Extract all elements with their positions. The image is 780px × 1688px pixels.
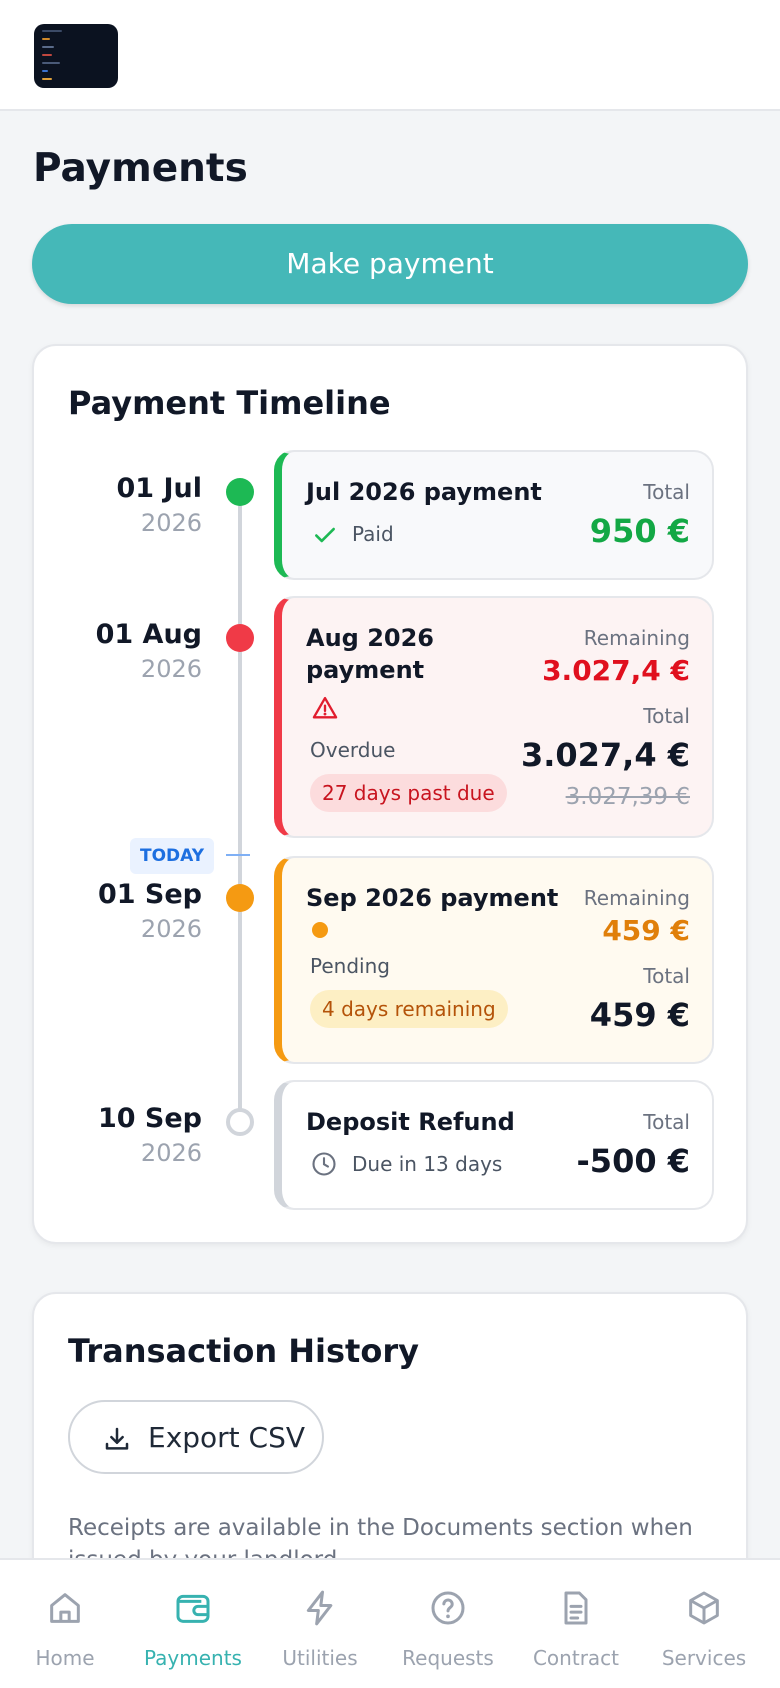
export-csv-label: Export CSV bbox=[148, 1421, 306, 1454]
nav-item-payments[interactable]: Payments bbox=[128, 1560, 258, 1688]
payment-name: Aug 2026 payment bbox=[306, 624, 434, 684]
bolt-icon bbox=[306, 1590, 333, 1626]
payment-card-jul[interactable]: Jul 2026 payment Paid Total 950 € bbox=[274, 450, 714, 580]
total-amount: 950 € bbox=[589, 512, 690, 550]
total-label: Total bbox=[643, 704, 690, 728]
export-csv-button[interactable]: Export CSV bbox=[68, 1400, 324, 1474]
date-year: 2026 bbox=[140, 509, 202, 537]
payment-card-deposit[interactable]: Deposit Refund Due in 13 days Total -500… bbox=[274, 1080, 714, 1210]
timeline-date: 10 Sep 2026 bbox=[98, 1102, 202, 1170]
nav-label: Utilities bbox=[282, 1646, 358, 1670]
check-icon bbox=[315, 527, 335, 543]
timeline-date: 01 Sep 2026 bbox=[98, 878, 202, 946]
date-year: 2026 bbox=[140, 655, 202, 683]
total-amount: -500 € bbox=[576, 1142, 690, 1180]
nav-item-utilities[interactable]: Utilities bbox=[255, 1560, 385, 1688]
remaining-amount: 3.027,4 € bbox=[542, 654, 690, 687]
payment-name: Sep 2026 payment bbox=[306, 884, 559, 912]
total-label: Total bbox=[643, 1110, 690, 1134]
total-amount: 459 € bbox=[589, 996, 690, 1034]
remaining-label: Remaining bbox=[583, 886, 690, 910]
nav-item-requests[interactable]: Requests bbox=[383, 1560, 513, 1688]
payment-name: Jul 2026 payment bbox=[306, 478, 542, 506]
total-label: Total bbox=[643, 480, 690, 504]
nav-label: Contract bbox=[532, 1646, 620, 1670]
payment-name: Deposit Refund bbox=[306, 1108, 515, 1136]
help-circle-icon bbox=[431, 1591, 465, 1625]
upcoming-dot bbox=[226, 1108, 254, 1136]
paid-dot bbox=[226, 478, 254, 506]
payment-status: Pending bbox=[310, 954, 390, 978]
top-bar bbox=[0, 0, 780, 111]
clock-icon bbox=[312, 1152, 336, 1176]
nav-item-services[interactable]: Services bbox=[639, 1560, 769, 1688]
transaction-history-card: Transaction History Export CSV Receipts … bbox=[32, 1292, 748, 1592]
wallet-icon bbox=[176, 1594, 210, 1623]
date-year: 2026 bbox=[140, 1139, 202, 1167]
days-past-due-badge: 27 days past due bbox=[310, 774, 507, 812]
date-year: 2026 bbox=[140, 915, 202, 943]
overdue-dot bbox=[226, 624, 254, 652]
page-title: Payments bbox=[33, 146, 248, 191]
nav-label: Requests bbox=[402, 1646, 494, 1670]
nav-label: Home bbox=[35, 1646, 95, 1670]
history-title: Transaction History bbox=[68, 1332, 419, 1370]
nav-label: Payments bbox=[144, 1646, 242, 1670]
box-icon bbox=[689, 1591, 719, 1625]
date-day: 10 Sep bbox=[97, 1103, 202, 1134]
payment-status: Paid bbox=[352, 522, 394, 546]
payment-status: Due in 13 days bbox=[352, 1152, 503, 1176]
today-marker: TODAY bbox=[130, 838, 214, 874]
days-remaining-badge: 4 days remaining bbox=[310, 990, 508, 1028]
payment-card-aug[interactable]: Aug 2026 payment Overdue 27 days past du… bbox=[274, 596, 714, 838]
nav-item-contract[interactable]: Contract bbox=[511, 1560, 641, 1688]
pending-status-dot bbox=[312, 922, 328, 938]
total-amount: 3.027,4 € bbox=[520, 736, 690, 774]
home-icon bbox=[50, 1593, 80, 1623]
date-day: 01 Aug bbox=[95, 619, 202, 650]
total-label: Total bbox=[643, 964, 690, 988]
make-payment-button[interactable]: Make payment bbox=[32, 224, 748, 304]
original-amount: 3.027,39 € bbox=[565, 784, 690, 810]
payment-status: Overdue bbox=[310, 738, 396, 762]
bottom-nav: Home Payments Utilities Requests Contrac… bbox=[0, 1558, 780, 1688]
app-logo[interactable] bbox=[34, 24, 118, 88]
timeline-title: Payment Timeline bbox=[68, 384, 391, 422]
date-day: 01 Jul bbox=[116, 473, 203, 504]
nav-item-home[interactable]: Home bbox=[0, 1560, 130, 1688]
today-line bbox=[226, 854, 250, 856]
timeline-date: 01 Aug 2026 bbox=[96, 618, 202, 686]
date-day: 01 Sep bbox=[97, 879, 202, 910]
payment-card-sep[interactable]: Sep 2026 payment Pending 4 days remainin… bbox=[274, 856, 714, 1064]
remaining-label: Remaining bbox=[583, 626, 690, 650]
download-icon bbox=[105, 1427, 129, 1450]
pending-dot bbox=[226, 884, 254, 912]
warning-icon bbox=[312, 696, 338, 719]
timeline-line bbox=[238, 490, 242, 1120]
timeline-date: 01 Jul 2026 bbox=[117, 472, 203, 540]
document-icon bbox=[564, 1591, 588, 1625]
remaining-amount: 459 € bbox=[602, 914, 690, 947]
nav-label: Services bbox=[661, 1646, 747, 1670]
